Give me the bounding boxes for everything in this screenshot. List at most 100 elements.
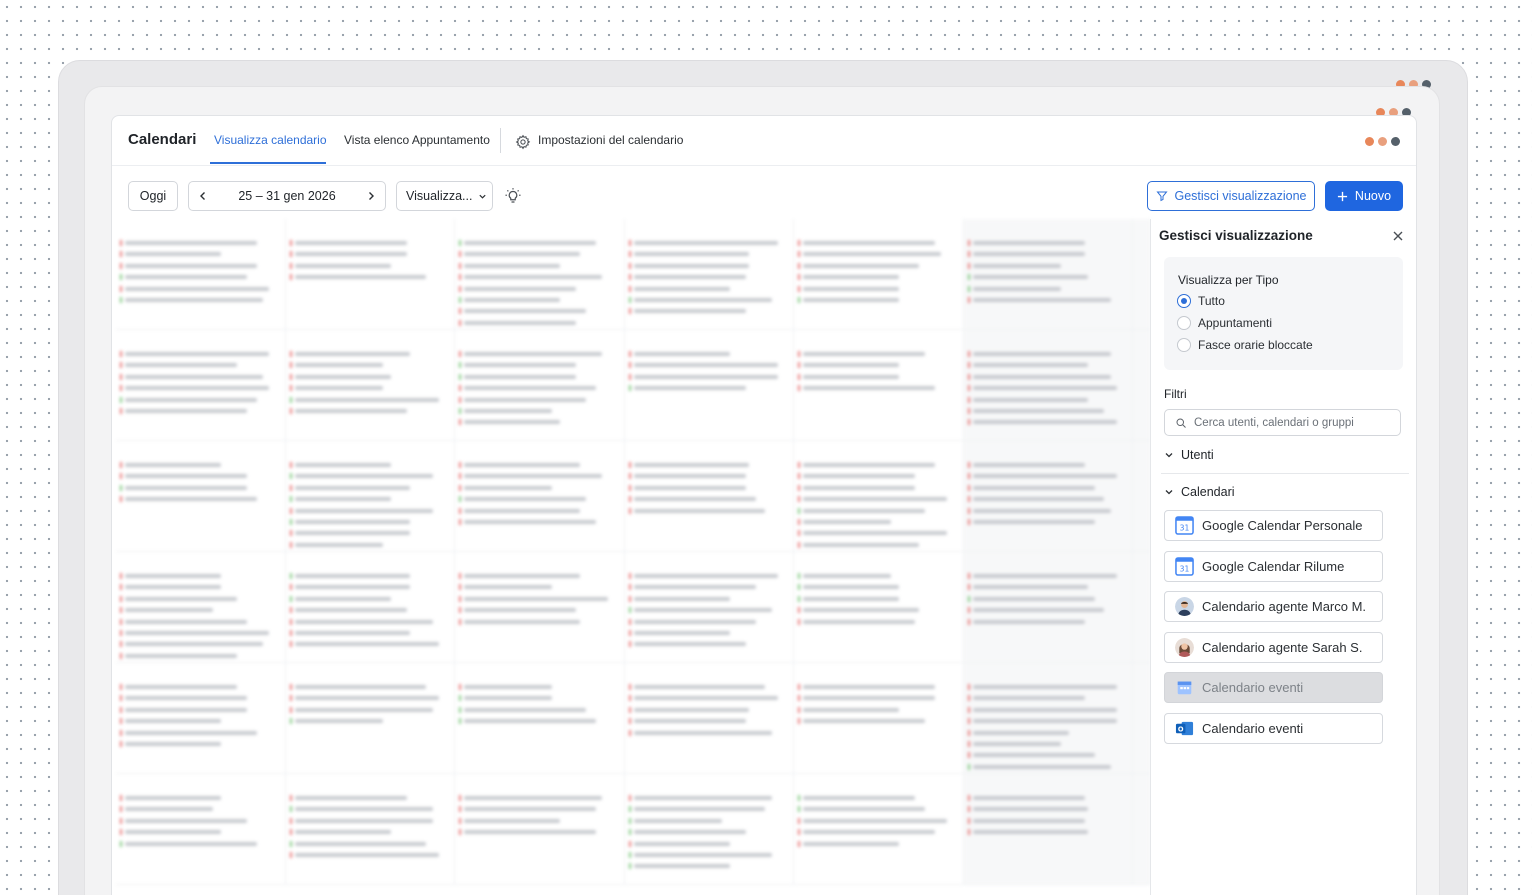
calendar-event[interactable] [798, 285, 959, 293]
calendar-event[interactable] [628, 350, 790, 358]
calendar-day-cell[interactable] [455, 663, 625, 774]
calendar-event[interactable] [798, 507, 959, 515]
calendar-day-cell[interactable] [963, 663, 1134, 774]
calendar-event[interactable] [459, 273, 620, 281]
calendar-event[interactable] [967, 285, 1129, 293]
calendar-event[interactable] [289, 484, 451, 492]
calendar-event[interactable] [798, 361, 959, 369]
calendar-event[interactable] [289, 717, 451, 725]
search-input[interactable] [1194, 416, 1384, 429]
calendar-event[interactable] [459, 373, 620, 381]
calendar-event[interactable] [628, 805, 790, 813]
calendar-event[interactable] [798, 717, 959, 725]
calendar-event[interactable] [120, 629, 281, 637]
calendar-day-cell[interactable] [794, 552, 964, 663]
calendar-day-cell[interactable] [794, 663, 964, 774]
calendar-event[interactable] [628, 583, 790, 591]
calendar-event[interactable] [120, 396, 281, 404]
calendar-event[interactable] [798, 828, 959, 836]
calendar-event[interactable] [967, 763, 1129, 771]
calendar-event[interactable] [967, 396, 1129, 404]
calendar-event[interactable] [459, 250, 620, 258]
calendar-event[interactable] [967, 729, 1129, 737]
calendar-event[interactable] [289, 640, 451, 648]
calendar-event[interactable] [628, 618, 790, 626]
calendar-event[interactable] [459, 507, 620, 515]
calendar-event[interactable] [628, 495, 790, 503]
calendar-agent-marco[interactable]: Calendario agente Marco M. [1164, 591, 1383, 622]
calendar-event[interactable] [628, 694, 790, 702]
next-week-button[interactable] [357, 182, 385, 210]
calendar-event[interactable] [628, 794, 790, 802]
calendar-event[interactable] [798, 484, 959, 492]
calendar-event[interactable] [967, 717, 1129, 725]
calendar-day-cell[interactable] [285, 663, 456, 774]
calendar-day-cell[interactable] [455, 219, 625, 330]
calendar-event[interactable] [459, 595, 620, 603]
calendar-event[interactable] [628, 862, 790, 870]
calendar-day-cell[interactable] [794, 330, 964, 441]
calendar-event[interactable] [628, 851, 790, 859]
view-select[interactable]: Visualizza... [396, 181, 493, 211]
calendar-event[interactable] [120, 683, 281, 691]
calendar-event[interactable] [120, 583, 281, 591]
calendar-event[interactable] [967, 805, 1129, 813]
calendar-event[interactable] [289, 595, 451, 603]
calendar-event[interactable] [798, 384, 959, 392]
calendar-event[interactable] [628, 273, 790, 281]
tab-calendar-settings[interactable]: Impostazioni del calendario [538, 133, 683, 147]
calendar-event[interactable] [798, 296, 959, 304]
calendar-event[interactable] [967, 683, 1129, 691]
calendar-event[interactable] [459, 307, 620, 315]
calendar-event[interactable] [798, 250, 959, 258]
calendar-event[interactable] [120, 706, 281, 714]
calendar-event[interactable] [628, 285, 790, 293]
calendar-event[interactable] [289, 541, 451, 549]
calendar-event[interactable] [120, 285, 281, 293]
calendar-day-cell[interactable] [624, 663, 795, 774]
calendar-day-cell[interactable] [624, 330, 795, 441]
calendar-event[interactable] [289, 840, 451, 848]
radio-blocked-slots[interactable]: Fasce orarie bloccate [1177, 338, 1313, 352]
calendar-event[interactable] [967, 706, 1129, 714]
calendar-day-cell[interactable] [455, 552, 625, 663]
calendar-event[interactable] [459, 472, 620, 480]
calendar-event[interactable] [967, 296, 1129, 304]
calendar-day-cell[interactable] [455, 774, 625, 885]
calendar-event[interactable] [628, 595, 790, 603]
calendar-event[interactable] [120, 361, 281, 369]
calendar-event[interactable] [289, 361, 451, 369]
calendar-event[interactable] [289, 350, 451, 358]
calendar-day-cell[interactable] [794, 774, 964, 885]
calendar-event[interactable] [459, 683, 620, 691]
gear-icon[interactable] [515, 134, 531, 150]
calendar-day-cell[interactable] [1133, 330, 1150, 441]
calendar-event[interactable] [628, 640, 790, 648]
calendar-event[interactable] [628, 307, 790, 315]
calendar-event[interactable] [289, 618, 451, 626]
calendar-day-cell[interactable] [116, 774, 286, 885]
calendar-event[interactable] [798, 805, 959, 813]
calendar-event[interactable] [967, 507, 1129, 515]
calendar-event[interactable] [798, 840, 959, 848]
calendar-event[interactable] [120, 618, 281, 626]
calendar-event[interactable] [967, 751, 1129, 759]
calendar-event[interactable] [459, 572, 620, 580]
calendar-day-cell[interactable] [963, 330, 1134, 441]
calendar-event[interactable] [459, 407, 620, 415]
calendar-day-cell[interactable] [285, 441, 456, 552]
calendar-event[interactable] [628, 706, 790, 714]
calendar-day-cell[interactable] [116, 663, 286, 774]
calendar-event[interactable] [628, 606, 790, 614]
calendar-event[interactable] [459, 361, 620, 369]
calendar-event[interactable] [967, 384, 1129, 392]
calendar-event[interactable] [289, 805, 451, 813]
calendar-event[interactable] [798, 495, 959, 503]
calendar-day-cell[interactable] [1133, 663, 1150, 774]
calendar-event[interactable] [967, 472, 1129, 480]
calendar-event[interactable] [628, 384, 790, 392]
calendar-event[interactable] [289, 683, 451, 691]
calendar-event[interactable] [120, 794, 281, 802]
calendar-event[interactable] [289, 817, 451, 825]
calendar-event[interactable] [459, 350, 620, 358]
